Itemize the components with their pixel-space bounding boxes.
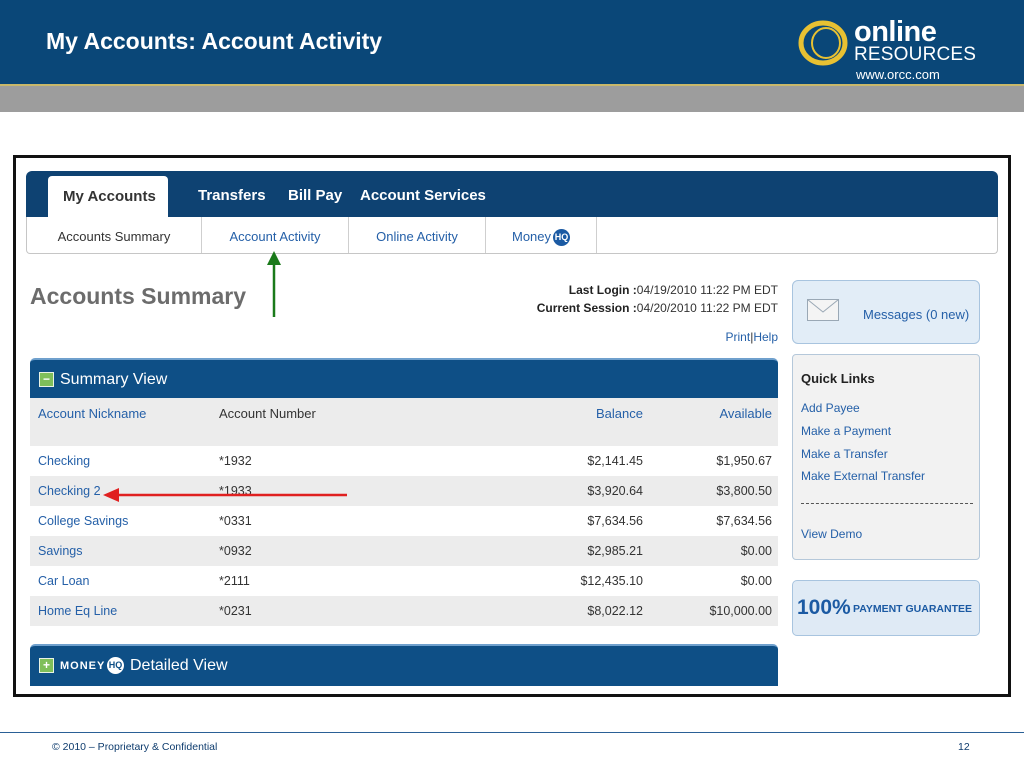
session-info: Last Login :04/19/2010 11:22 PM EDT Curr… <box>516 281 778 317</box>
account-nickname-link[interactable]: Home Eq Line <box>38 604 117 618</box>
account-nickname-link[interactable]: Car Loan <box>38 574 89 588</box>
money-label: MONEY <box>60 660 106 672</box>
help-link[interactable]: Help <box>753 330 778 344</box>
detailed-view-title: Detailed View <box>130 657 228 674</box>
print-help-links: Print|Help <box>666 330 779 344</box>
subtab-money-label: Money <box>511 229 552 244</box>
table-row: Checking *1932 $2,141.45 $1,950.67 <box>30 446 778 476</box>
footer-divider <box>0 732 1024 733</box>
last-login-value: 04/19/2010 11:22 PM EDT <box>636 283 778 297</box>
account-number: *0932 <box>219 544 252 558</box>
account-balance: $12,435.10 <box>580 574 643 588</box>
header-gray-band <box>0 86 1024 112</box>
hq-badge-icon: HQ <box>553 229 571 247</box>
last-login-row: Last Login :04/19/2010 11:22 PM EDT <box>516 281 778 299</box>
main-navigation: My Accounts Transfers Bill Pay Account S… <box>26 171 998 255</box>
tab-bill-pay[interactable]: Bill Pay <box>288 187 342 204</box>
current-session-value: 04/20/2010 11:22 PM EDT <box>636 301 778 315</box>
table-row: Savings *0932 $2,985.21 $0.00 <box>30 536 778 566</box>
account-balance: $8,022.12 <box>587 604 643 618</box>
sub-tab-bar: Accounts Summary Account Activity Online… <box>26 217 998 254</box>
account-balance: $2,141.45 <box>587 454 643 468</box>
account-available: $0.00 <box>740 574 772 588</box>
account-available: $1,950.67 <box>716 454 772 468</box>
summary-view-header: − Summary View <box>30 358 778 400</box>
tab-my-accounts-label: My Accounts <box>63 188 156 205</box>
account-number: *0331 <box>219 514 252 528</box>
quick-links-panel: Quick Links Add Payee Make a Payment Mak… <box>792 354 980 560</box>
current-session-label: Current Session : <box>536 301 637 315</box>
print-link[interactable]: Print <box>726 330 751 344</box>
account-nickname-link[interactable]: College Savings <box>38 514 128 528</box>
guarantee-percent: 100% <box>797 596 851 619</box>
green-pointer-arrow <box>267 251 281 317</box>
payment-guarantee-badge[interactable]: 100% PAYMENT GUARANTEE <box>792 580 980 636</box>
table-row: College Savings *0331 $7,634.56 $7,634.5… <box>30 506 778 536</box>
account-number: *1932 <box>219 454 252 468</box>
view-demo-link[interactable]: View Demo <box>801 527 862 541</box>
account-number: *0231 <box>219 604 252 618</box>
quick-link-external-transfer[interactable]: Make External Transfer <box>801 469 925 483</box>
summary-view-title: Summary View <box>60 371 168 388</box>
last-login-label: Last Login : <box>568 283 637 297</box>
quick-links-divider <box>801 503 973 504</box>
expand-icon[interactable]: + <box>39 658 54 673</box>
quick-link-make-transfer[interactable]: Make a Transfer <box>801 447 888 461</box>
column-header-balance[interactable]: Balance <box>596 406 643 421</box>
subtab-money-hq[interactable]: Money HQ <box>486 217 597 253</box>
column-header-number: Account Number <box>219 406 316 421</box>
logo-url: www.orcc.com <box>856 67 940 82</box>
hq-badge-icon: HQ <box>107 657 124 674</box>
footer-copyright: © 2010 – Proprietary & Confidential <box>52 741 218 753</box>
column-header-nickname[interactable]: Account Nickname <box>38 406 146 421</box>
page-number: 12 <box>958 741 970 753</box>
company-logo: online RESOURCES www.orcc.com <box>796 14 996 84</box>
account-available: $3,800.50 <box>716 484 772 498</box>
table-row: Car Loan *2111 $12,435.10 $0.00 <box>30 566 778 596</box>
slide-header: My Accounts: Account Activity online RES… <box>0 0 1024 86</box>
slide-title: My Accounts: Account Activity <box>46 28 383 54</box>
account-number: *2111 <box>219 574 250 588</box>
main-tab-bar: My Accounts Transfers Bill Pay Account S… <box>26 171 998 217</box>
account-nickname-link[interactable]: Checking 2 <box>38 484 101 498</box>
current-session-row: Current Session :04/20/2010 11:22 PM EDT <box>516 299 778 317</box>
tab-my-accounts[interactable]: My Accounts <box>48 176 168 217</box>
envelope-icon <box>807 299 839 321</box>
logo-word-resources: RESOURCES <box>854 44 977 65</box>
quick-link-add-payee[interactable]: Add Payee <box>801 401 860 415</box>
account-available: $7,634.56 <box>716 514 772 528</box>
account-balance: $2,985.21 <box>587 544 643 558</box>
screenshot-frame: My Accounts Transfers Bill Pay Account S… <box>13 155 1011 697</box>
account-nickname-link[interactable]: Savings <box>38 544 82 558</box>
guarantee-label: PAYMENT GUARANTEE <box>853 603 973 615</box>
column-header-available[interactable]: Available <box>719 406 772 421</box>
collapse-icon[interactable]: − <box>39 372 54 387</box>
subtab-online-activity[interactable]: Online Activity <box>349 217 486 253</box>
detailed-view-header: + MONEY HQ Detailed View <box>30 644 778 686</box>
table-row: Home Eq Line *0231 $8,022.12 $10,000.00 <box>30 596 778 626</box>
page-title: Accounts Summary <box>30 283 247 309</box>
messages-link[interactable]: Messages (0 new) <box>863 307 969 322</box>
account-balance: $7,634.56 <box>587 514 643 528</box>
account-available: $0.00 <box>740 544 772 558</box>
subtab-account-activity[interactable]: Account Activity <box>202 217 349 253</box>
tab-transfers[interactable]: Transfers <box>198 187 266 204</box>
quick-link-make-payment[interactable]: Make a Payment <box>801 424 891 438</box>
account-balance: $3,920.64 <box>587 484 643 498</box>
summary-column-headers: Account Nickname Account Number Balance … <box>30 398 778 446</box>
red-pointer-arrow <box>103 488 347 502</box>
messages-box[interactable]: Messages (0 new) <box>792 280 980 344</box>
account-nickname-link[interactable]: Checking <box>38 454 90 468</box>
quick-links-title: Quick Links <box>801 371 875 386</box>
tab-account-services[interactable]: Account Services <box>360 187 486 204</box>
logo-ring-icon <box>798 20 848 66</box>
subtab-accounts-summary[interactable]: Accounts Summary <box>27 217 202 253</box>
account-available: $10,000.00 <box>709 604 772 618</box>
